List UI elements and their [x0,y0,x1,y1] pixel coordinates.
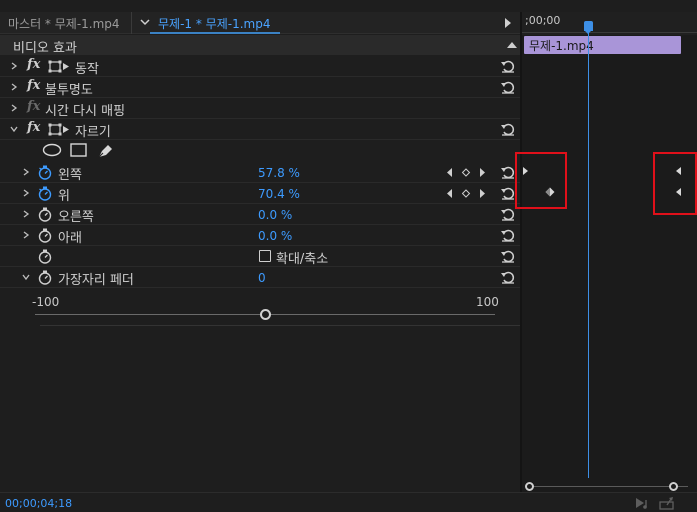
chevron-right-icon[interactable] [9,82,19,92]
slider-knob[interactable] [259,309,271,320]
effect-row-crop[interactable]: fx 자르기 [0,119,520,140]
chevron-down-icon[interactable] [9,124,19,134]
effect-label-opacity: 불투명도 [45,83,93,98]
param-value-top[interactable]: 70.4 % [258,187,300,201]
clip-bar[interactable]: 무제-1.mp4 [524,36,681,54]
slider-max-label: 100 [476,295,499,309]
tab-separator [131,12,132,34]
param-row-zoom[interactable]: 확대/축소 [0,246,520,267]
highlight-box-right [653,152,697,215]
param-value-right[interactable]: 0.0 % [258,208,292,222]
tab-master[interactable]: 마스터 * 무제-1.mp4 [8,15,120,32]
chevron-right-icon[interactable] [21,209,31,219]
keyframe-navigator[interactable] [446,188,490,199]
transform-handle-icon[interactable] [48,123,70,136]
zoom-checkbox[interactable] [259,250,271,262]
param-label-right: 오른쪽 [58,210,94,225]
tab-bar: 마스터 * 무제-1.mp4 무제-1 * 무제-1.mp4 [0,12,520,34]
effect-label-time-remap: 시간 다시 매핑 [45,104,126,119]
param-label-top: 위 [58,189,70,204]
reset-icon[interactable] [500,164,516,180]
chevron-right-icon[interactable] [21,188,31,198]
play-triangle-icon[interactable] [505,18,511,28]
clip-name: 무제-1.mp4 [529,39,594,53]
reset-icon[interactable] [500,185,516,201]
keyframe-navigator[interactable] [446,167,490,178]
effect-row-time-remap[interactable]: fx 시간 다시 매핑 [0,98,520,119]
fx-icon[interactable]: fx [27,120,40,135]
param-row-crop-top[interactable]: 위 70.4 % [0,183,520,204]
ellipse-mask-icon[interactable] [42,143,62,157]
ruler-timecode: ;00;00 [525,14,561,27]
scrollbar-track[interactable] [530,486,688,487]
current-timecode[interactable]: 00;00;04;18 [5,497,72,510]
scrollbar-left-handle[interactable] [525,482,534,491]
stopwatch-icon[interactable] [38,270,52,285]
video-effects-header[interactable]: 비디오 효과 [0,35,520,56]
fx-icon[interactable]: fx [27,78,40,93]
param-row-crop-left[interactable]: 왼쪽 57.8 % [0,162,520,183]
mask-shape-tools [0,140,520,162]
tab-active-clip[interactable]: 무제-1 * 무제-1.mp4 [158,15,270,32]
active-tab-indicator [150,32,280,34]
ruler-baseline [522,32,697,33]
zoom-checkbox-label: 확대/축소 [276,252,329,267]
param-row-crop-right[interactable]: 오른쪽 0.0 % [0,204,520,225]
chevron-right-icon[interactable] [21,230,31,240]
effect-row-opacity[interactable]: fx 불투명도 [0,77,520,98]
stopwatch-icon[interactable] [38,249,52,264]
effect-label-motion: 동작 [75,62,99,77]
effect-label-crop: 자르기 [75,125,111,140]
rectangle-mask-icon[interactable] [70,143,88,157]
param-label-left: 왼쪽 [58,168,82,183]
param-row-edge-feather[interactable]: 가장자리 페더 0 [0,267,520,288]
playhead-line[interactable] [588,30,589,478]
feather-slider: -100 100 [0,289,520,329]
param-row-crop-bottom[interactable]: 아래 0.0 % [0,225,520,246]
effect-row-motion[interactable]: fx 동작 [0,56,520,77]
param-value-bottom[interactable]: 0.0 % [258,229,292,243]
section-title: 비디오 효과 [13,41,77,56]
reset-icon[interactable] [500,121,516,137]
play-audio-icon[interactable] [634,496,650,510]
stopwatch-icon[interactable] [38,228,52,243]
reset-icon[interactable] [500,227,516,243]
export-icon[interactable] [659,496,675,510]
transform-handle-icon[interactable] [48,60,70,73]
chevron-right-icon[interactable] [9,61,19,71]
collapse-up-icon[interactable] [507,42,517,48]
reset-icon[interactable] [500,79,516,95]
param-label-bottom: 아래 [58,231,82,246]
effect-timeline[interactable]: ;00;00 무제-1.mp4 [515,12,697,492]
reset-icon[interactable] [500,269,516,285]
chevron-down-icon[interactable] [21,272,31,282]
param-value-feather[interactable]: 0 [258,271,266,285]
stopwatch-icon[interactable] [38,207,52,222]
reset-icon[interactable] [500,58,516,74]
chevron-down-icon[interactable] [138,15,152,29]
timeline-zoom-scrollbar[interactable] [525,482,693,492]
slider-min-label: -100 [32,295,60,309]
reset-icon[interactable] [500,248,516,264]
divider [40,325,522,326]
time-ruler[interactable]: ;00;00 [522,12,697,35]
reset-icon[interactable] [500,206,516,222]
chevron-right-icon[interactable] [21,167,31,177]
scrollbar-right-handle[interactable] [669,482,678,491]
highlight-box-left [515,152,567,209]
status-bar: 00;00;04;18 [0,492,697,512]
param-value-left[interactable]: 57.8 % [258,166,300,180]
chevron-right-icon[interactable] [9,103,19,113]
fx-icon[interactable]: fx [27,57,40,72]
stopwatch-active-icon[interactable] [38,186,52,201]
fx-icon-disabled: fx [27,99,41,114]
stopwatch-active-icon[interactable] [38,165,52,180]
param-label-feather: 가장자리 페더 [58,273,134,288]
pen-mask-icon[interactable] [97,142,115,159]
